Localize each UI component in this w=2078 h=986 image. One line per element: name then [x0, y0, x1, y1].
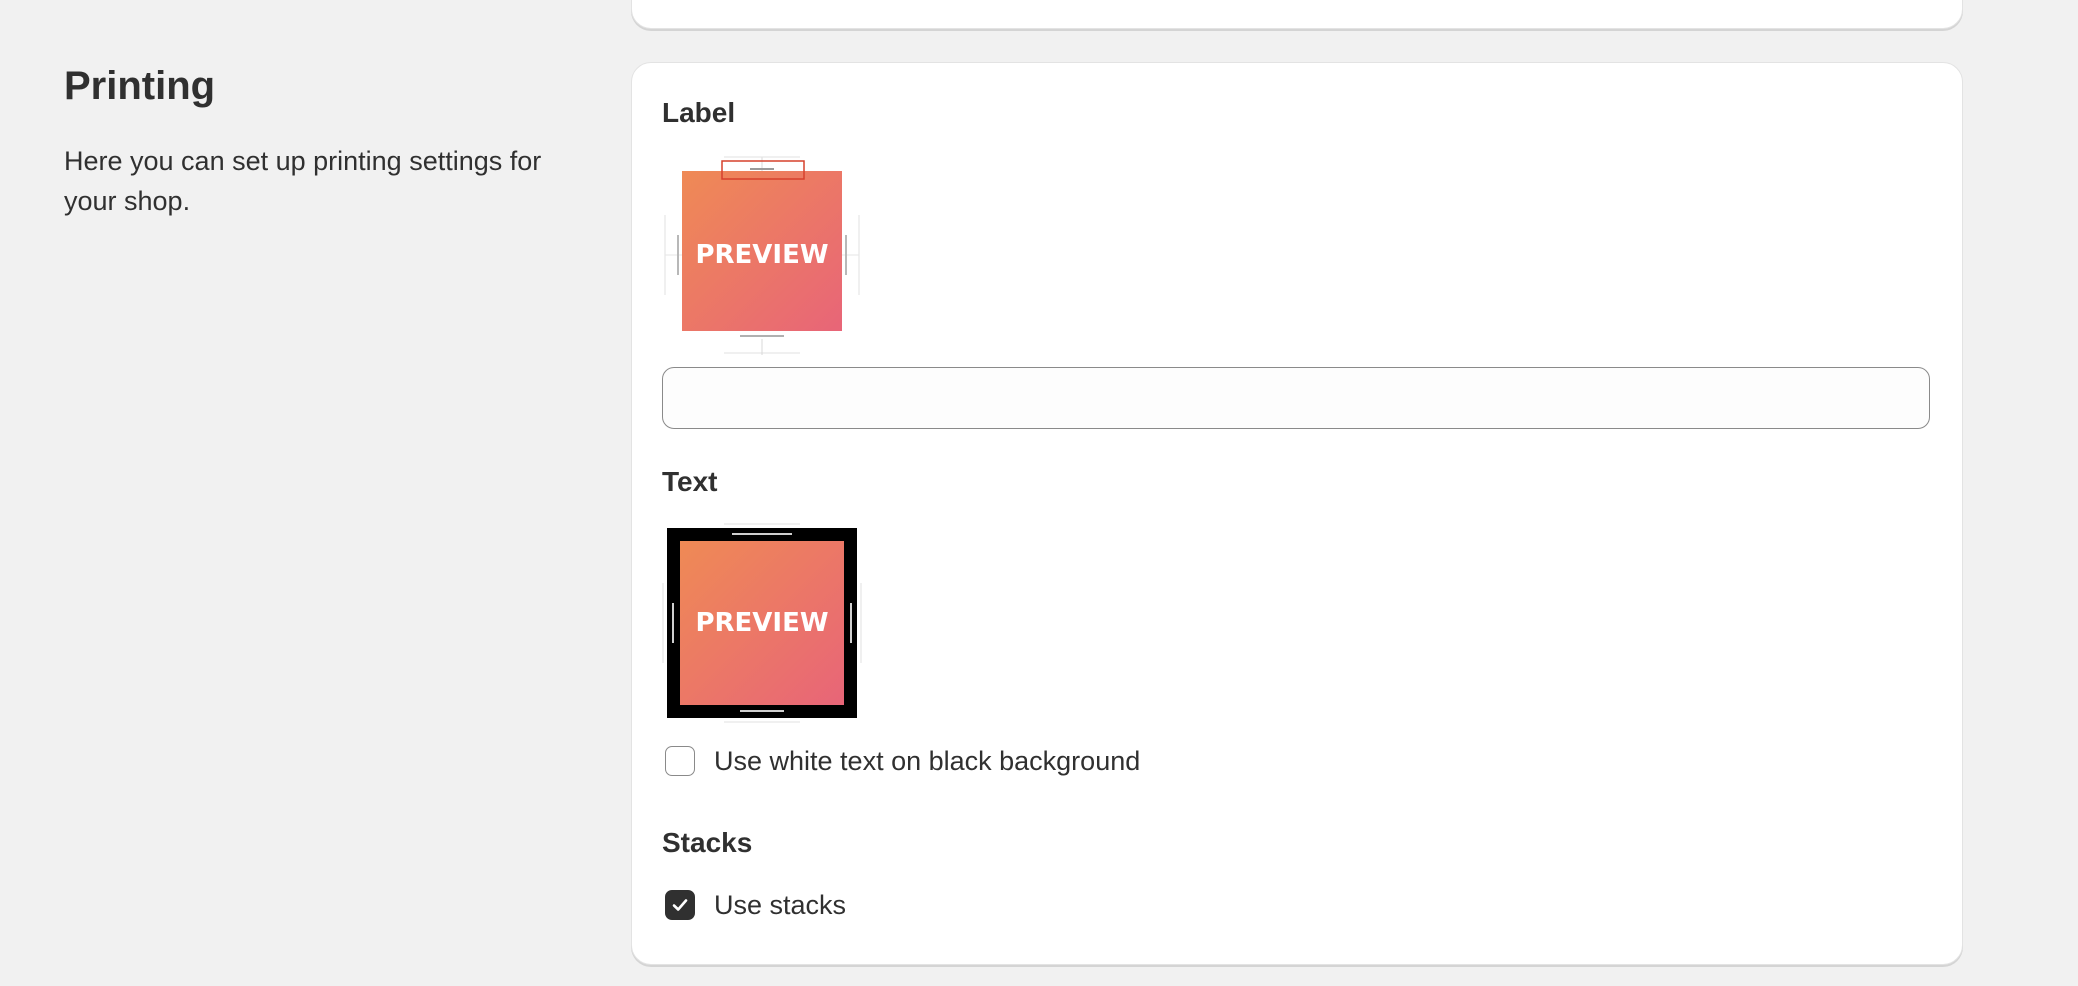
use-stacks-option[interactable]: Use stacks: [665, 887, 846, 923]
section-description: Here you can set up printing settings fo…: [64, 146, 542, 216]
printing-settings-card: Label PREVIEW Text PREVIEW Use white tex…: [631, 62, 1963, 965]
label-text-input[interactable]: [662, 367, 1930, 429]
settings-page: Printing Here you can set up printing se…: [0, 0, 2078, 986]
label-preview-image: PREVIEW: [662, 155, 862, 355]
label-heading: Label: [662, 97, 736, 128]
white-on-black-option[interactable]: Use white text on black background: [665, 743, 1140, 779]
text-heading: Text: [662, 466, 718, 497]
white-on-black-label: Use white text on black background: [714, 746, 1141, 776]
previous-settings-card: [631, 0, 1963, 29]
label-preview-text: PREVIEW: [695, 240, 828, 270]
use-stacks-label: Use stacks: [714, 890, 847, 920]
checkmark-icon: [672, 899, 688, 911]
use-stacks-checkbox[interactable]: [665, 890, 695, 920]
white-on-black-checkbox[interactable]: [665, 746, 695, 776]
stacks-heading: Stacks: [662, 827, 753, 858]
text-preview-text: PREVIEW: [695, 608, 828, 638]
text-preview-image: PREVIEW: [662, 523, 862, 723]
section-title: Printing: [64, 64, 216, 108]
